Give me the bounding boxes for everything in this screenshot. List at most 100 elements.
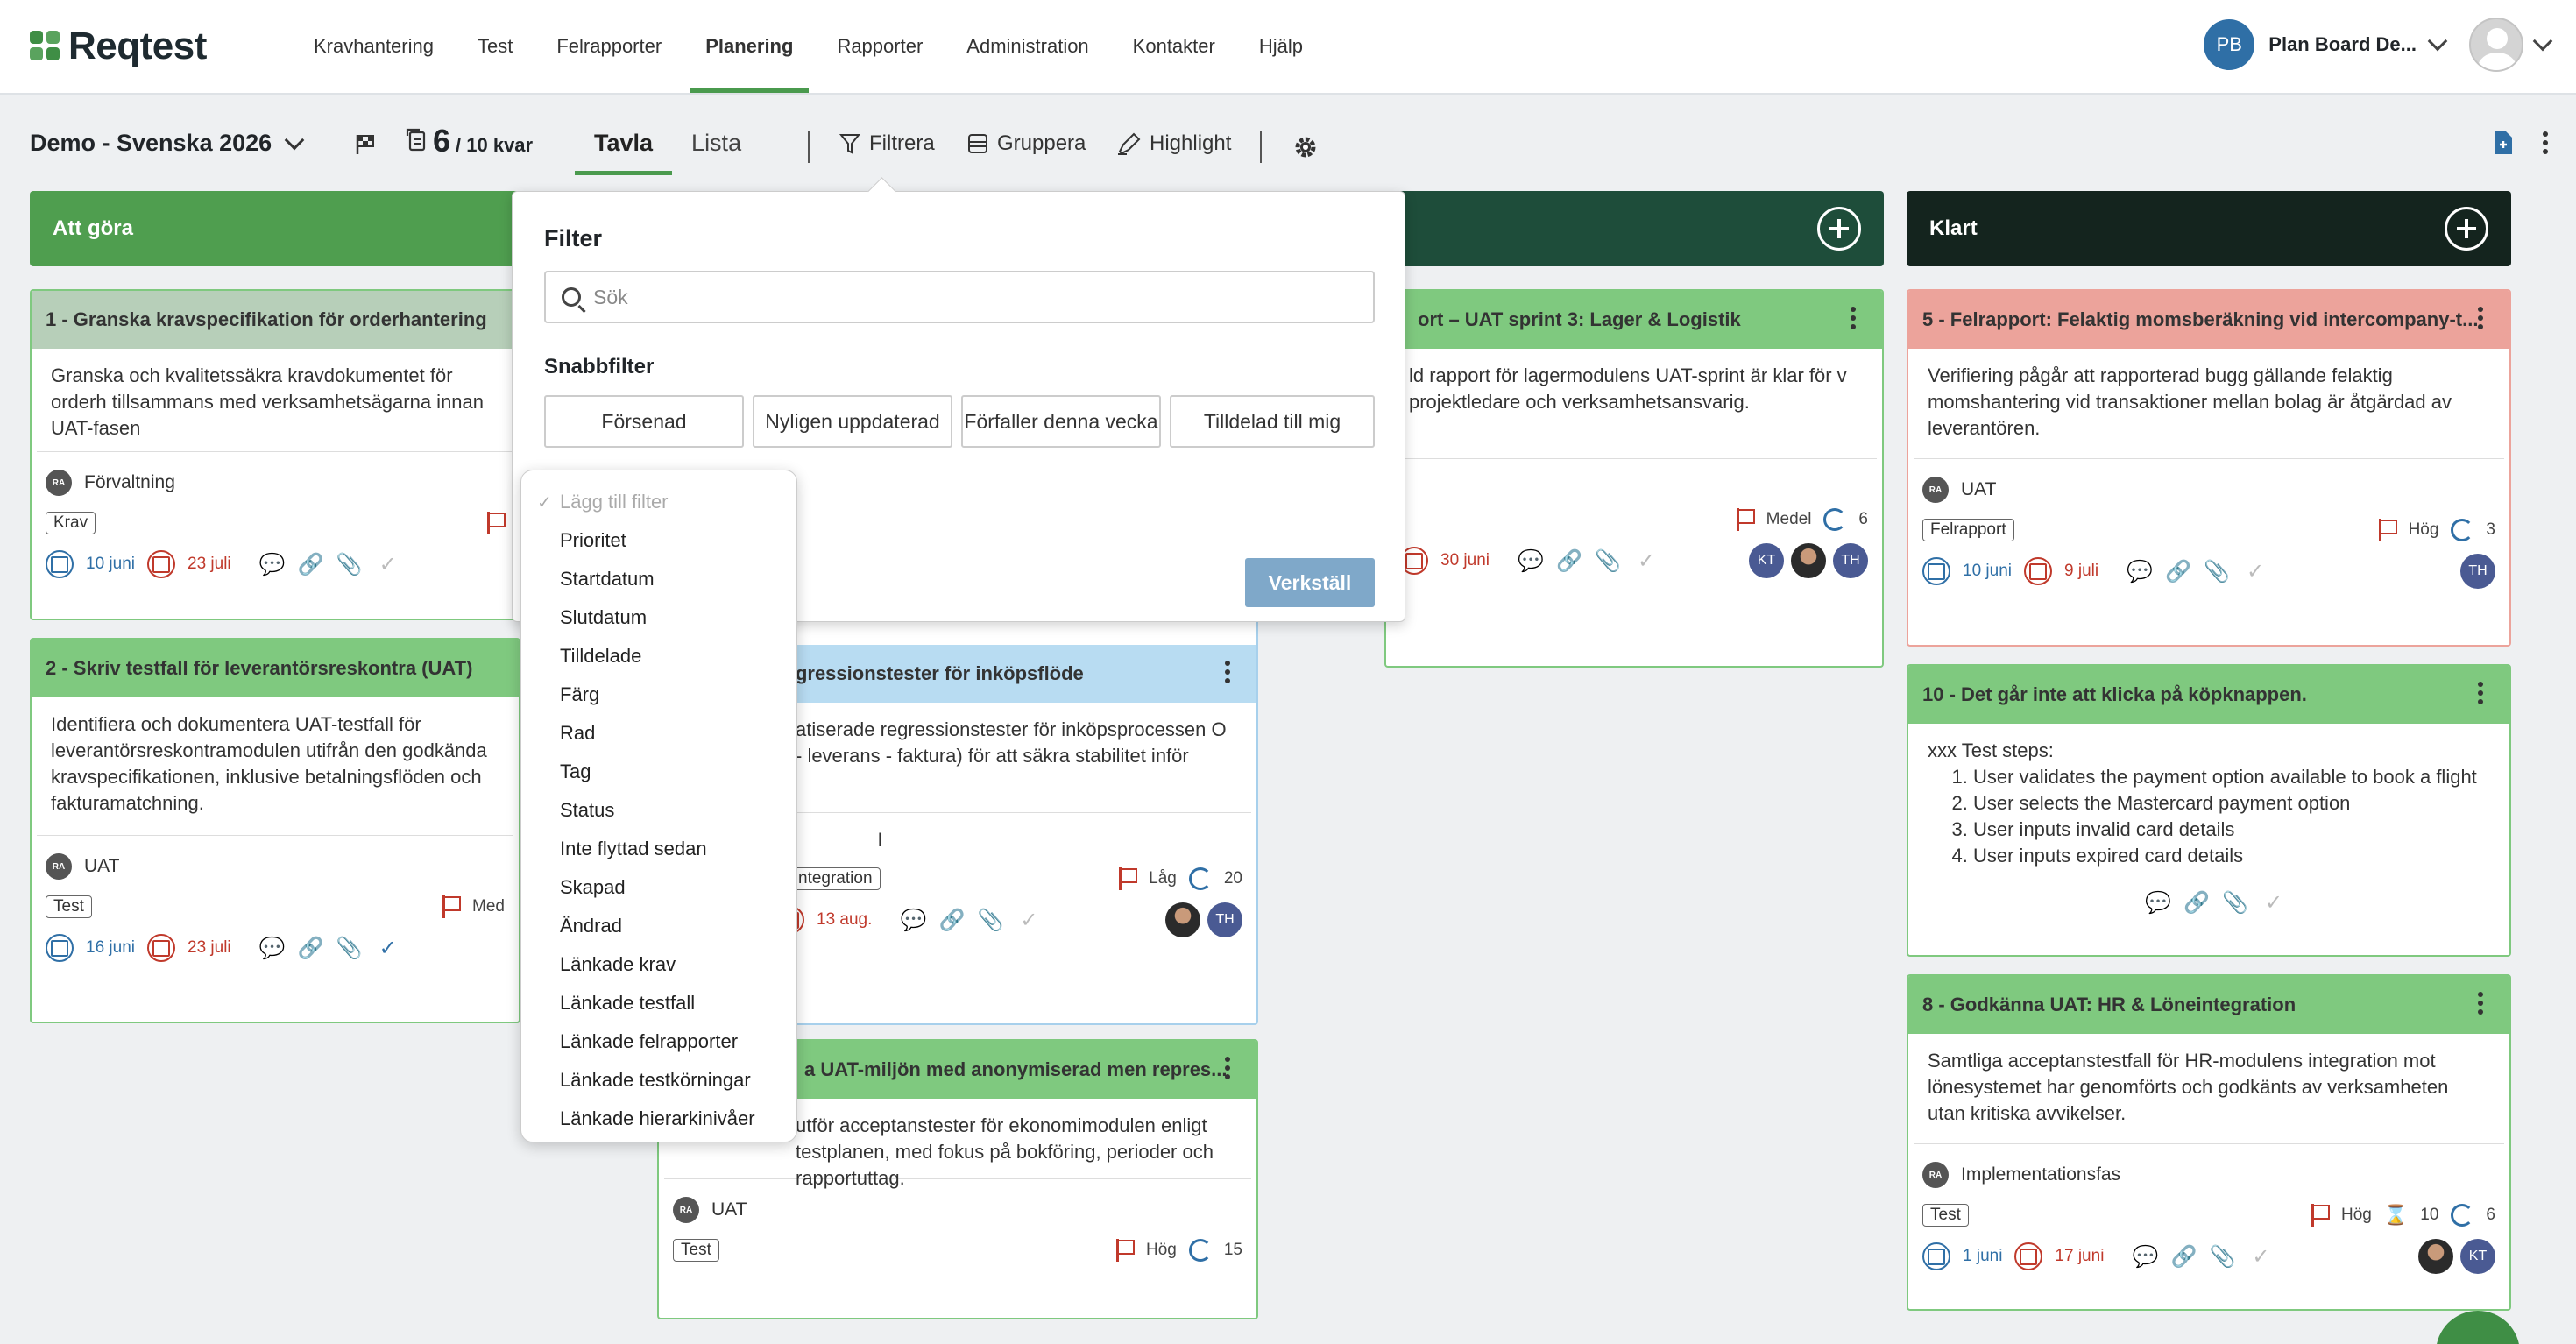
attachment-icon[interactable]: 📎 (336, 552, 363, 577)
card-menu-icon[interactable] (1223, 661, 1232, 683)
tag-badge[interactable]: Krav (46, 512, 96, 534)
option-inte-flyttad-sedan[interactable]: Inte flyttad sedan (521, 830, 796, 868)
option-lankade-testfall[interactable]: Länkade testfall (521, 984, 796, 1022)
option-andrad[interactable]: Ändrad (521, 907, 796, 945)
comment-icon[interactable]: 💬 (259, 936, 286, 961)
menu-item-hjalp[interactable]: Hjälp (1243, 0, 1319, 93)
checkered-flag-icon[interactable] (354, 133, 377, 156)
assignee-avatar[interactable]: TH (2460, 554, 2495, 589)
assignee-avatar[interactable]: TH (1207, 902, 1242, 937)
comment-icon[interactable]: 💬 (1518, 548, 1544, 574)
quick-filter-nyligen-uppdaterad[interactable]: Nyligen uppdaterad (753, 395, 952, 448)
assignee-avatar[interactable]: KT (1749, 543, 1784, 578)
checkmark-icon[interactable]: ✓ (2261, 890, 2287, 916)
filter-button[interactable]: Filtrera (839, 131, 935, 156)
assignee-avatar[interactable]: TH (1833, 543, 1868, 578)
link-icon[interactable]: 🔗 (2170, 1244, 2197, 1270)
option-lankade-krav[interactable]: Länkade krav (521, 945, 796, 984)
option-lankade-hierarkinivaer[interactable]: Länkade hierarkinivåer (521, 1100, 796, 1138)
option-rad[interactable]: Rad (521, 714, 796, 753)
checkmark-icon[interactable]: ✓ (375, 936, 401, 961)
checkmark-icon[interactable]: ✓ (375, 552, 401, 577)
apply-button[interactable]: Verkställ (1245, 558, 1375, 607)
filter-search-input[interactable]: Sök (544, 271, 1375, 323)
attachment-icon[interactable]: 📎 (2204, 559, 2230, 584)
logo[interactable]: Reqtest (30, 25, 207, 68)
comment-icon[interactable]: 💬 (900, 908, 926, 933)
board-user-switcher[interactable]: PB Plan Board De... (2204, 19, 2448, 70)
menu-item-administration[interactable]: Administration (951, 0, 1104, 93)
comment-icon[interactable]: 💬 (259, 552, 286, 577)
menu-item-kontakter[interactable]: Kontakter (1117, 0, 1231, 93)
link-icon[interactable]: 🔗 (1556, 548, 1582, 574)
checkmark-icon[interactable]: ✓ (2242, 559, 2268, 584)
card-10[interactable]: 10 - Det går inte att klicka på köpknapp… (1907, 664, 2511, 957)
add-card-plus-icon[interactable] (1817, 207, 1861, 251)
option-slutdatum[interactable]: Slutdatum (521, 598, 796, 637)
export-document-icon[interactable] (2492, 130, 2515, 156)
assignee-avatar[interactable]: KT (2460, 1239, 2495, 1274)
tag-badge[interactable]: Test (673, 1239, 719, 1262)
menu-item-felrapporter[interactable]: Felrapporter (541, 0, 677, 93)
more-options-icon[interactable] (2541, 131, 2550, 154)
tag-badge[interactable]: ntegration (790, 867, 881, 890)
link-icon[interactable]: 🔗 (938, 908, 965, 933)
card-8[interactable]: 8 - Godkänna UAT: HR & Löneintegration S… (1907, 974, 2511, 1311)
highlight-button[interactable]: Highlight (1116, 131, 1231, 156)
attachment-icon[interactable]: 📎 (1595, 548, 1621, 574)
link-icon[interactable]: 🔗 (298, 936, 324, 961)
card-2[interactable]: 2 - Skriv testfall för leverantörsreskon… (30, 638, 520, 1023)
option-farg[interactable]: Färg (521, 676, 796, 714)
tag-badge[interactable]: Test (1922, 1204, 1969, 1227)
card-menu-icon[interactable] (1849, 307, 1858, 329)
option-lankade-testkorningar[interactable]: Länkade testkörningar (521, 1061, 796, 1100)
card-menu-icon[interactable] (2476, 307, 2485, 329)
group-button[interactable]: Gruppera (967, 131, 1086, 156)
checkmark-icon[interactable]: ✓ (1016, 908, 1042, 933)
quick-filter-forsenad[interactable]: Försenad (544, 395, 744, 448)
option-lankade-felrapporter[interactable]: Länkade felrapporter (521, 1022, 796, 1061)
assignee-avatar[interactable] (1791, 543, 1826, 578)
tab-lista[interactable]: Lista (672, 123, 761, 175)
attachment-icon[interactable]: 📎 (2209, 1244, 2235, 1270)
comment-icon[interactable]: 💬 (2127, 559, 2153, 584)
menu-item-test[interactable]: Test (462, 0, 528, 93)
option-skapad[interactable]: Skapad (521, 868, 796, 907)
quick-filter-tilldelad-till-mig[interactable]: Tilldelad till mig (1170, 395, 1375, 448)
assignee-avatar[interactable] (1165, 902, 1200, 937)
assignee-avatar[interactable] (2418, 1239, 2453, 1274)
attachment-icon[interactable]: 📎 (336, 936, 363, 961)
card-report-sprint3[interactable]: ort – UAT sprint 3: Lager & Logistik ld … (1384, 289, 1884, 668)
link-icon[interactable]: 🔗 (298, 552, 324, 577)
profile-menu[interactable] (2469, 18, 2553, 72)
checkmark-icon[interactable]: ✓ (2247, 1244, 2274, 1270)
comment-icon[interactable]: 💬 (2145, 890, 2171, 916)
menu-item-kravhantering[interactable]: Kravhantering (298, 0, 449, 93)
card-menu-icon[interactable] (2476, 992, 2485, 1015)
board-selector[interactable]: Demo - Svenska 2026 (30, 130, 305, 157)
quick-filter-forfaller-denna-vecka[interactable]: Förfaller denna vecka (961, 395, 1161, 448)
card-5[interactable]: 5 - Felrapport: Felaktig momsberäkning v… (1907, 289, 2511, 647)
attachment-icon[interactable]: 📎 (977, 908, 1003, 933)
add-filter-dropdown[interactable]: Lägg till filter Prioritet Startdatum Sl… (520, 470, 797, 1142)
checkmark-icon[interactable]: ✓ (1633, 548, 1660, 574)
card-menu-icon[interactable] (1223, 1057, 1232, 1079)
comment-icon[interactable]: 💬 (2132, 1244, 2158, 1270)
gear-icon[interactable] (1292, 133, 1320, 161)
option-status[interactable]: Status (521, 791, 796, 830)
option-tilldelade[interactable]: Tilldelade (521, 637, 796, 676)
option-prioritet[interactable]: Prioritet (521, 521, 796, 560)
attachment-icon[interactable]: 📎 (2222, 890, 2248, 916)
menu-item-planering[interactable]: Planering (690, 0, 810, 93)
tab-tavla[interactable]: Tavla (575, 123, 673, 175)
add-floating-button[interactable] (2436, 1311, 2520, 1344)
link-icon[interactable]: 🔗 (2183, 890, 2210, 916)
tag-badge[interactable]: Felrapport (1922, 519, 2014, 541)
card-1[interactable]: 1 - Granska kravspecifikation för orderh… (30, 289, 520, 620)
option-startdatum[interactable]: Startdatum (521, 560, 796, 598)
menu-item-rapporter[interactable]: Rapporter (821, 0, 938, 93)
tag-badge[interactable]: Test (46, 895, 92, 918)
link-icon[interactable]: 🔗 (2165, 559, 2191, 584)
add-card-plus-icon[interactable] (2445, 207, 2488, 251)
card-menu-icon[interactable] (2476, 682, 2485, 704)
